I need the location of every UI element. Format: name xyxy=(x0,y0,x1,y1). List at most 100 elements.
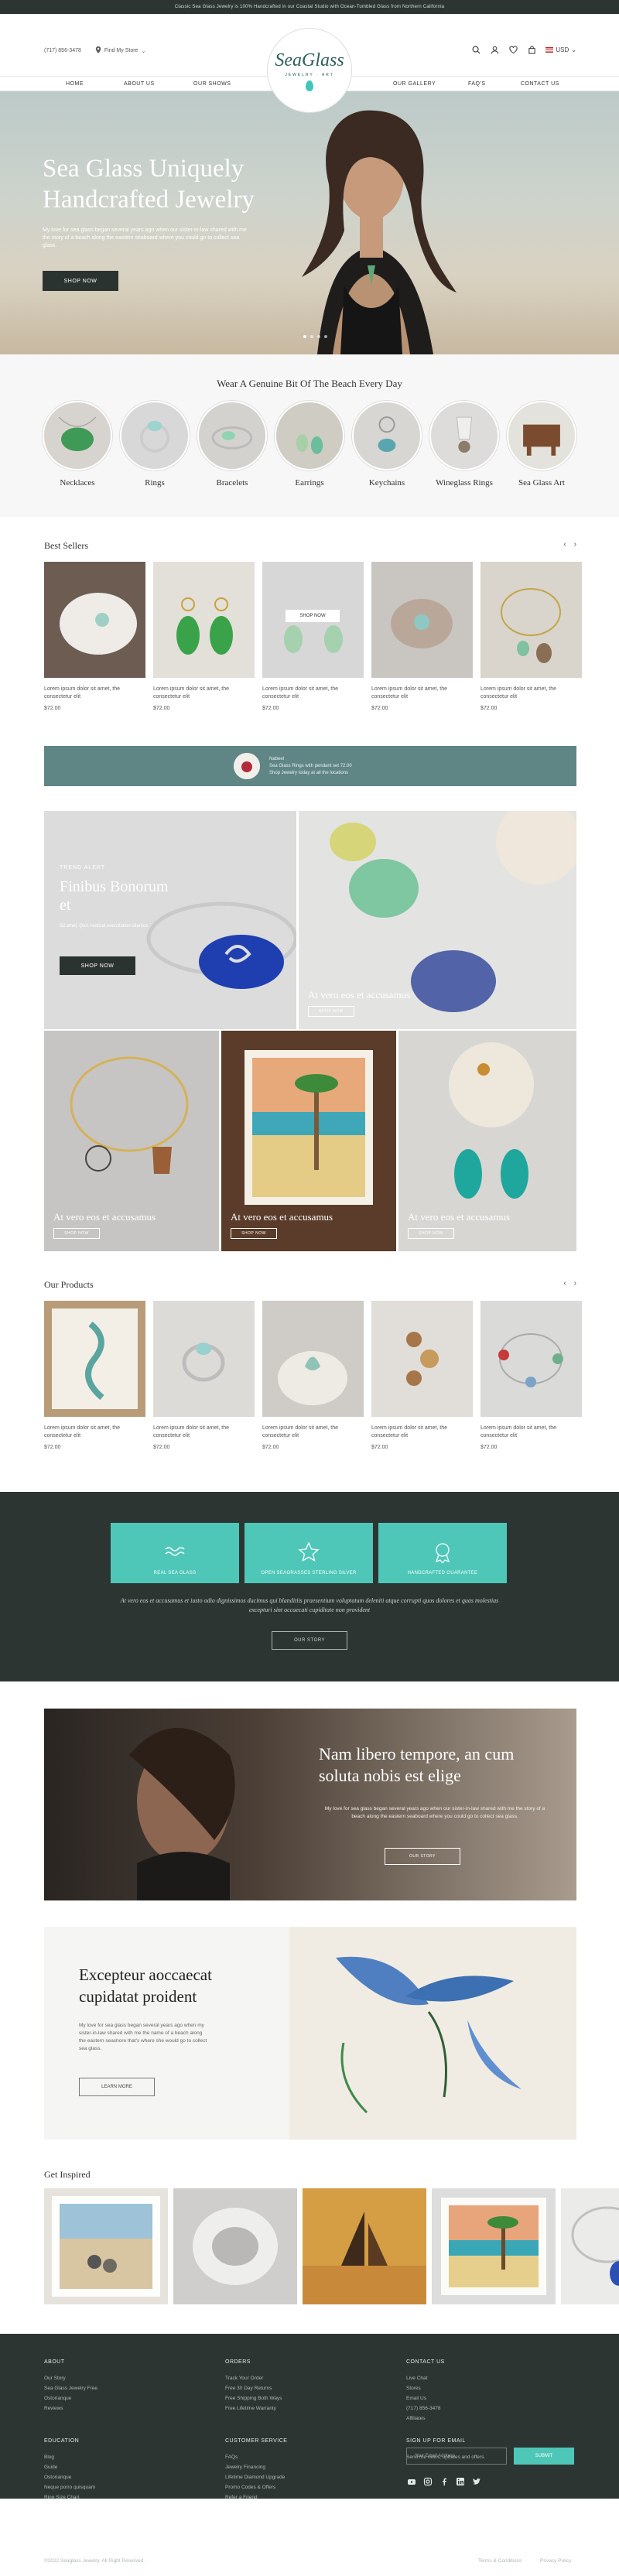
feature-tile[interactable]: At vero eos et accusamus SHOP NOW xyxy=(299,811,576,1029)
trend-shop-now-button[interactable]: SHOP NOW xyxy=(60,956,135,975)
footer-link[interactable]: Free Shipping Both Ways xyxy=(225,2393,282,2403)
product-card[interactable]: Lorem ipsum dolor sit amet, the consecte… xyxy=(480,1301,582,1450)
footer-link[interactable]: Ring Size Chart xyxy=(44,2492,95,2502)
arrow-left-icon[interactable]: ‹ xyxy=(563,540,566,549)
nav-item-gallery[interactable]: OUR GALLERY xyxy=(393,81,436,87)
footer-link[interactable]: Affiliates xyxy=(406,2414,445,2424)
account-icon[interactable] xyxy=(490,45,499,54)
wishlist-heart-icon[interactable] xyxy=(508,45,518,54)
inspired-image[interactable] xyxy=(44,2188,168,2304)
arrow-right-icon[interactable]: › xyxy=(574,1279,576,1288)
category-necklaces[interactable]: Necklaces xyxy=(43,401,112,487)
tile-button[interactable]: SHOP NOW xyxy=(231,1228,277,1239)
terms-link[interactable]: Terms & Conditions xyxy=(478,2558,522,2564)
phone-number[interactable]: (717) 856-3478 xyxy=(44,48,81,53)
category-bracelets[interactable]: Bracelets xyxy=(197,401,267,487)
story-button[interactable]: OUR STORY xyxy=(385,1848,460,1865)
hero-title: Sea Glass Uniquely Handcrafted Jewelry xyxy=(43,155,255,214)
footer-link[interactable]: Promo Codes & Offers xyxy=(225,2482,287,2492)
product-card[interactable]: Lorem ipsum dolor sit amet, the consecte… xyxy=(44,1301,145,1450)
product-price: $72.00 xyxy=(153,706,170,711)
footer-link[interactable]: Our Story xyxy=(44,2373,97,2383)
art-tile[interactable]: At vero eos et accusamus SHOP NOW xyxy=(221,1031,396,1251)
inspired-image[interactable] xyxy=(303,2188,426,2304)
slider-dot[interactable] xyxy=(310,335,313,338)
find-store-link[interactable]: Find My Store ⌄ xyxy=(95,46,145,55)
product-card[interactable]: Lorem ipsum dolor sit amet, the consecte… xyxy=(480,562,582,711)
email-submit-button[interactable]: SUBMIT xyxy=(514,2448,574,2465)
facebook-icon[interactable] xyxy=(439,2476,450,2487)
tile-button[interactable]: SHOP NOW xyxy=(308,1006,354,1017)
bracelet-tile[interactable]: At vero eos et accusamus SHOP NOW xyxy=(44,1031,219,1251)
trend-alert-tile[interactable]: TREND ALERT Finibus Bonorum et Sit amet,… xyxy=(44,811,296,1029)
slider-dot[interactable] xyxy=(303,335,306,338)
nav-item-shows[interactable]: OUR SHOWS xyxy=(193,81,231,87)
footer-link[interactable]: Sea Glass Jewelry Free xyxy=(44,2383,97,2393)
footer-link[interactable]: FAQs xyxy=(225,2452,287,2462)
footer-link[interactable]: Live Chat xyxy=(406,2373,445,2383)
inspired-image[interactable] xyxy=(173,2188,297,2304)
product-card[interactable]: SHOP NOW Lorem ipsum dolor sit amet, the … xyxy=(262,562,364,711)
instagram-icon[interactable] xyxy=(422,2476,433,2487)
footer-link[interactable]: Blog xyxy=(44,2452,95,2462)
learn-more-button[interactable]: LEARN MORE xyxy=(79,2078,155,2096)
site-logo[interactable]: SeaGlass JEWELRY · ART xyxy=(267,28,352,113)
hero-shop-now-button[interactable]: SHOP NOW xyxy=(43,271,118,291)
product-card[interactable]: Lorem ipsum dolor sit amet, the consecte… xyxy=(262,1301,364,1450)
product-title: Lorem ipsum dolor sit amet, the consecte… xyxy=(153,686,230,700)
arrow-right-icon[interactable]: › xyxy=(574,540,576,549)
footer-link[interactable]: Email Us xyxy=(406,2393,445,2403)
category-wineglass-rings[interactable]: Wineglass Rings xyxy=(429,401,499,487)
category-earrings[interactable]: Earrings xyxy=(275,401,344,487)
product-price: $72.00 xyxy=(262,1445,279,1450)
arrow-left-icon[interactable]: ‹ xyxy=(563,1279,566,1288)
privacy-link[interactable]: Privacy Policy xyxy=(540,2558,571,2564)
footer-link[interactable]: Free Lifetime Warranty xyxy=(225,2403,282,2414)
slider-dot[interactable] xyxy=(317,335,320,338)
our-story-button[interactable]: OUR STORY xyxy=(272,1631,347,1650)
footer-link[interactable]: Stores xyxy=(406,2383,445,2393)
footer-link[interactable]: Ostorianque xyxy=(44,2472,95,2482)
footer-link[interactable]: Neque porro quisquam xyxy=(44,2482,95,2492)
cart-bag-icon[interactable] xyxy=(527,45,536,54)
product-card[interactable]: Lorem ipsum dolor sit amet, the consecte… xyxy=(44,562,145,711)
waves-icon xyxy=(165,1547,185,1556)
inspired-image[interactable] xyxy=(432,2188,556,2304)
nav-item-about[interactable]: ABOUT US xyxy=(124,81,155,87)
twitter-icon[interactable] xyxy=(471,2476,482,2487)
product-card[interactable]: Lorem ipsum dolor sit amet, the consecte… xyxy=(371,562,473,711)
category-keychains[interactable]: Keychains xyxy=(352,401,422,487)
product-image xyxy=(371,562,473,678)
footer-link[interactable]: Refer a Friend xyxy=(225,2492,287,2502)
youtube-icon[interactable] xyxy=(406,2476,417,2487)
footer-link[interactable]: (717) 856-3478 xyxy=(406,2403,445,2414)
footer-link[interactable]: Ostorianque xyxy=(44,2393,97,2403)
product-card[interactable]: Lorem ipsum dolor sit amet, the consecte… xyxy=(153,1301,255,1450)
inspired-image[interactable] xyxy=(561,2188,619,2304)
search-icon[interactable] xyxy=(471,45,480,54)
trend-title: Finibus Bonorum et xyxy=(60,878,169,914)
tile-button[interactable]: SHOP NOW xyxy=(408,1228,454,1239)
product-card[interactable]: Lorem ipsum dolor sit amet, the consecte… xyxy=(371,1301,473,1450)
promo-bar[interactable]: Nabeel Sea Glass Rings with pendant set 7… xyxy=(44,746,576,786)
footer-link[interactable]: Track Your Order xyxy=(225,2373,282,2383)
footer-link[interactable]: Guide xyxy=(44,2462,95,2472)
quick-shop-button[interactable]: SHOP NOW xyxy=(286,610,340,622)
category-rings[interactable]: Rings xyxy=(120,401,190,487)
footer-link[interactable]: Lifetime Diamond Upgrade xyxy=(225,2472,287,2482)
email-input[interactable]: Your Email Address xyxy=(406,2448,507,2465)
currency-selector[interactable]: USD ⌄ xyxy=(545,46,576,53)
product-card[interactable]: Lorem ipsum dolor sit amet, the consecte… xyxy=(153,562,255,711)
our-products-grid: Lorem ipsum dolor sit amet, the consecte… xyxy=(44,1301,582,1450)
footer-link[interactable]: Reviews xyxy=(44,2403,97,2414)
nav-item-faqs[interactable]: FAQ'S xyxy=(468,81,486,87)
slider-dot[interactable] xyxy=(324,335,327,338)
nav-item-contact[interactable]: CONTACT US xyxy=(521,81,559,87)
footer-link[interactable]: Jewelry Financing xyxy=(225,2462,287,2472)
nav-item-home[interactable]: HOME xyxy=(66,81,84,87)
footer-link[interactable]: Free 30 Day Returns xyxy=(225,2383,282,2393)
linkedin-icon[interactable] xyxy=(455,2476,466,2487)
tile-button[interactable]: SHOP NOW xyxy=(53,1228,100,1239)
earrings-tile[interactable]: At vero eos et accusamus SHOP NOW xyxy=(398,1031,576,1251)
category-sea-glass-art[interactable]: Sea Glass Art xyxy=(507,401,576,487)
